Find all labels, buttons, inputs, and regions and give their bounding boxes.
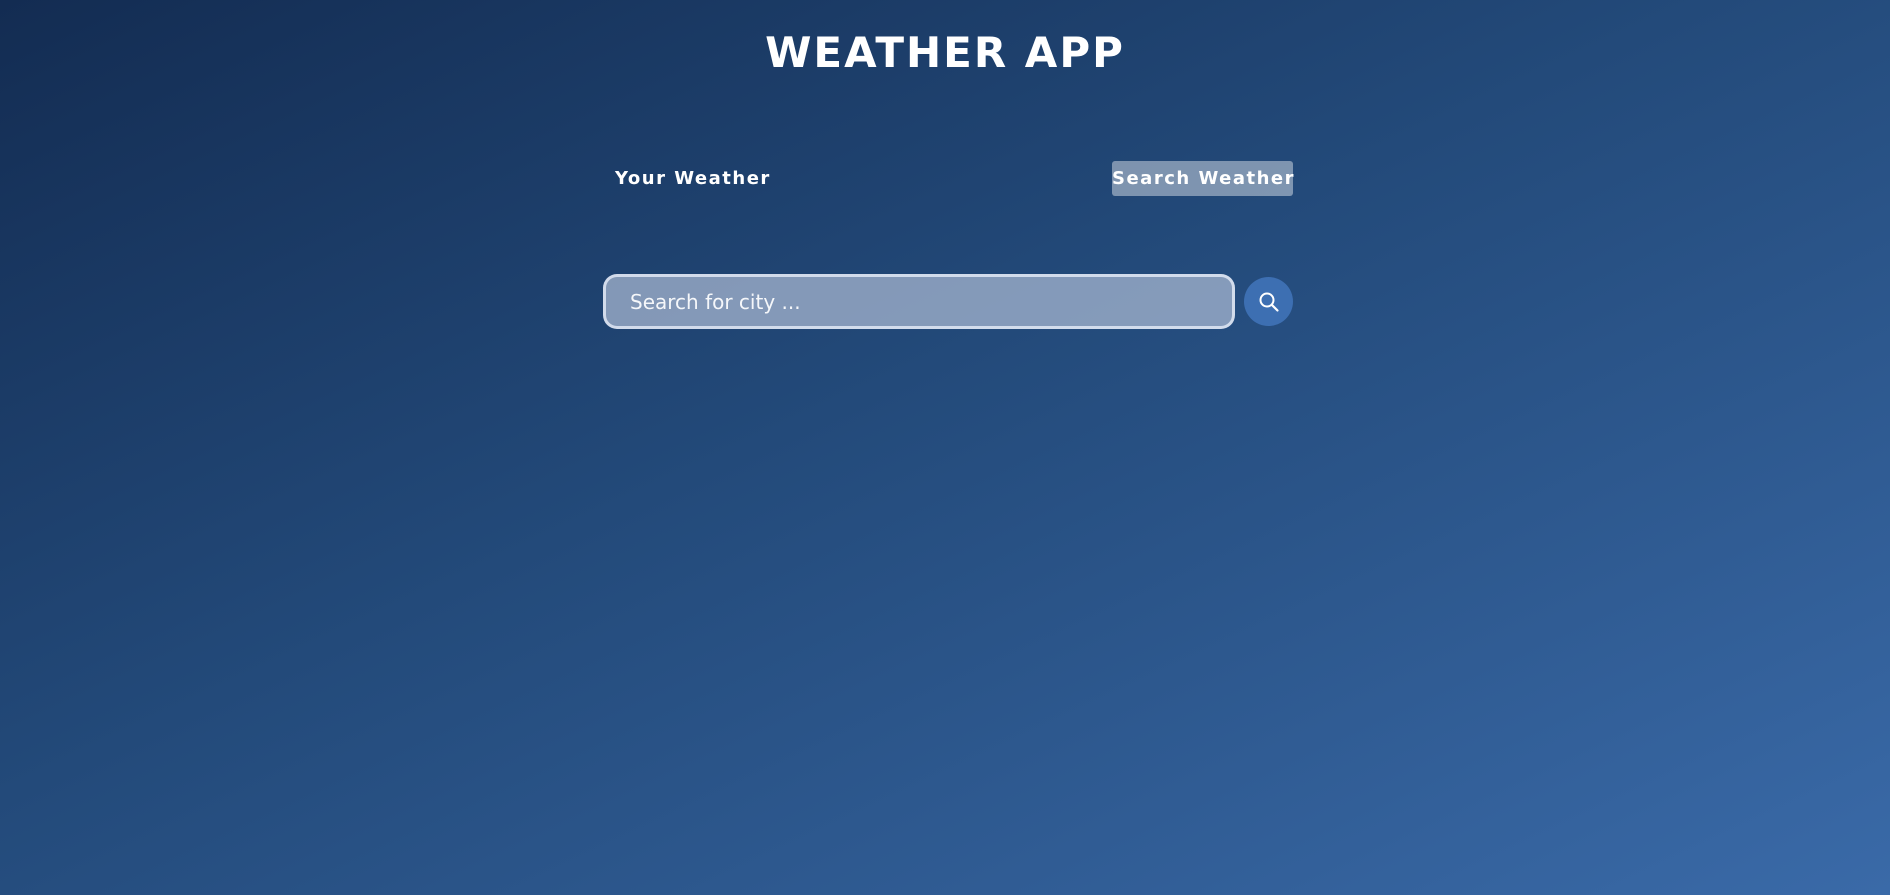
tab-your-weather[interactable]: Your Weather [603, 161, 783, 196]
search-icon [1258, 291, 1280, 313]
tab-search-weather[interactable]: Search Weather [1112, 161, 1294, 196]
search-form [603, 274, 1293, 329]
search-button[interactable] [1244, 277, 1293, 326]
city-search-input[interactable] [603, 274, 1235, 329]
weather-tabs: Your Weather Search Weather [603, 161, 1294, 196]
app-title: WEATHER APP [765, 28, 1125, 77]
